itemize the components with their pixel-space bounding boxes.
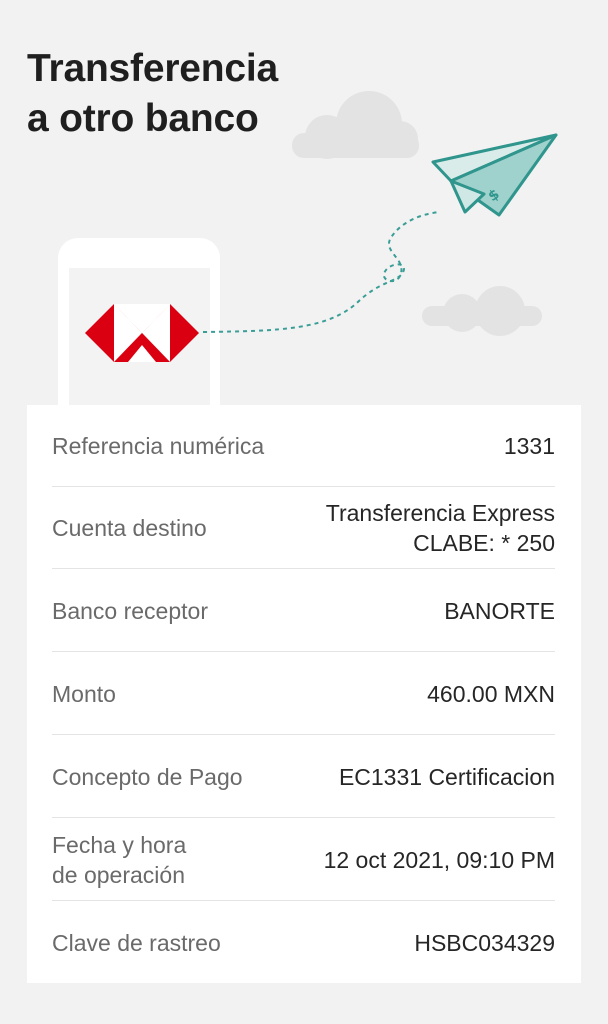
detail-row-concepto: Concepto de Pago EC1331 Certificacion: [52, 736, 555, 818]
detail-row-fecha-hora: Fecha y hora de operación 12 oct 2021, 0…: [52, 819, 555, 901]
clave-rastreo-label: Clave de rastreo: [52, 930, 221, 956]
monto-label: Monto: [52, 680, 116, 707]
fecha-hora-value: 12 oct 2021, 09:10 PM: [323, 846, 555, 873]
fecha-hora-label: Fecha y hora de operación: [52, 831, 187, 888]
cuenta-destino-label: Cuenta destino: [52, 514, 207, 541]
detail-row-cuenta-destino: Cuenta destino Transferencia Express CLA…: [52, 487, 555, 569]
detail-row-banco-receptor: Banco receptor BANORTE: [52, 570, 555, 652]
clave-rastreo-value: HSBC034329: [414, 930, 555, 956]
concepto-value: EC1331 Certificacion: [338, 763, 555, 790]
flight-path: [202, 211, 441, 333]
paper-plane-icon: $: [431, 133, 558, 217]
concepto-label: Concepto de Pago: [52, 763, 243, 790]
cloud-icon: [422, 286, 542, 336]
banco-receptor-label: Banco receptor: [52, 597, 208, 624]
monto-value: 460.00 MXN: [427, 680, 555, 707]
referencia-label: Referencia numérica: [52, 432, 265, 459]
transfer-details-card: Referencia numérica 1331 Cuenta destino …: [27, 405, 581, 983]
detail-row-clave-rastreo: Clave de rastreo HSBC034329: [52, 902, 555, 984]
detail-row-referencia: Referencia numérica 1331: [52, 405, 555, 487]
cloud-icon: [292, 91, 419, 159]
transfer-illustration: $: [58, 91, 558, 420]
detail-row-monto: Monto 460.00 MXN: [52, 653, 555, 735]
referencia-value: 1331: [503, 432, 555, 459]
cuenta-destino-value: Transferencia Express CLABE: * 250: [325, 499, 555, 556]
banco-receptor-value: BANORTE: [444, 597, 555, 624]
